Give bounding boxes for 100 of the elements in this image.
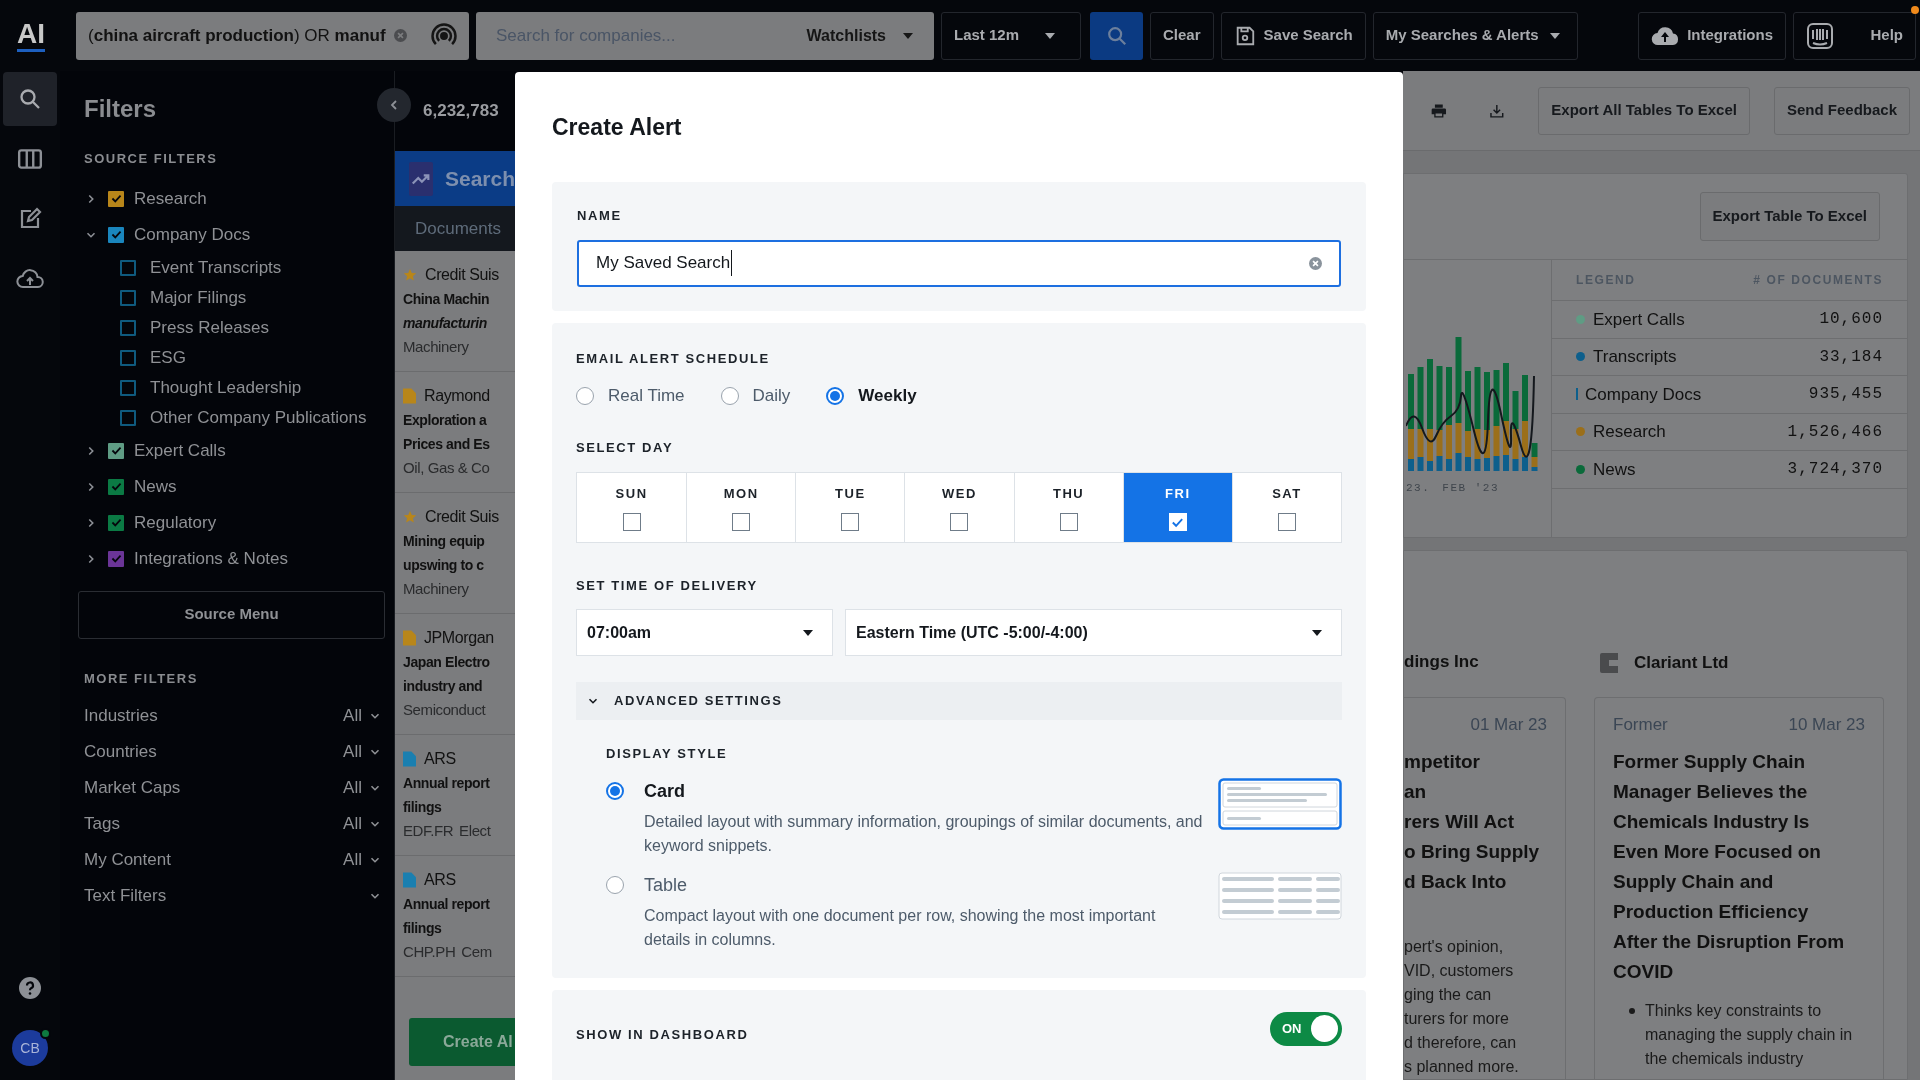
toggle-switch[interactable]: ON <box>1270 1011 1342 1046</box>
result-source: ARS <box>424 749 456 769</box>
source-filter-label[interactable]: Press Releases <box>150 314 270 341</box>
call-summary: pert's opinion, <box>1404 937 1505 957</box>
result-meta: Oil, Gas & Co <box>403 458 490 478</box>
result-meta: Elect <box>459 821 491 841</box>
result-title: Mining equip <box>403 532 486 551</box>
call-title: Even More Focused on <box>1613 840 1822 864</box>
document-count: 3,724,370 <box>1787 459 1883 481</box>
call-title: Chemicals Industry Is <box>1613 810 1811 834</box>
filter-dropdown[interactable]: Industries All <box>84 698 382 734</box>
source-filter-label[interactable]: Major Filings <box>150 284 247 311</box>
call-title: mpetitor <box>1404 750 1481 774</box>
export-all-button[interactable]: Export All Tables To Excel <box>1538 86 1750 135</box>
result-meta: Machinery <box>403 337 469 357</box>
filter-dropdown[interactable]: My Content All <box>84 842 382 878</box>
call-summary: d therefore, can <box>1404 1033 1518 1053</box>
legend-label: News <box>1593 458 1636 481</box>
watchlists-dropdown[interactable]: Watchlists <box>806 23 914 48</box>
call-summary: turers for more <box>1404 1009 1510 1029</box>
day-option[interactable]: SAT <box>1231 472 1341 542</box>
radio-label[interactable]: Table <box>644 871 1204 898</box>
source-filter-label[interactable]: Company Docs <box>134 221 251 248</box>
company-name: dings Inc <box>1404 650 1480 673</box>
axis-label: FEB '23 <box>1442 481 1500 496</box>
my-searches-dropdown[interactable]: My Searches & Alerts <box>1372 11 1578 60</box>
field-label: SHOW IN DASHBOARD <box>576 1025 749 1044</box>
source-filter-label[interactable]: Regulatory <box>134 509 217 536</box>
source-filter-label[interactable]: Integrations & Notes <box>134 545 289 572</box>
field-label: DISPLAY STYLE <box>606 745 729 763</box>
result-source: JPMorgan <box>424 628 494 648</box>
send-feedback-button[interactable]: Send Feedback <box>1773 86 1910 135</box>
source-menu-button[interactable]: Source Menu <box>78 590 385 639</box>
result-title: Prices and Es <box>403 435 491 454</box>
day-option[interactable]: TUE <box>795 472 905 542</box>
field-label: SET TIME OF DELIVERY <box>576 576 759 595</box>
day-option[interactable]: MON <box>686 472 796 542</box>
source-filter-label[interactable]: Research <box>134 185 207 212</box>
name-field[interactable]: My Saved Search <box>577 239 1341 287</box>
legend-label: Expert Calls <box>1593 308 1685 331</box>
help-button[interactable]: Help <box>1793 11 1916 60</box>
timezone-select[interactable]: Eastern Time (UTC -5:00/-4:00) <box>845 609 1342 656</box>
result-meta: Machinery <box>403 579 469 599</box>
clear-button[interactable]: Clear <box>1150 11 1214 60</box>
result-source: Raymond <box>424 386 490 406</box>
call-title: Production Efficiency <box>1613 900 1810 924</box>
radio-label[interactable]: Real Time <box>608 383 685 409</box>
document-count: 33,184 <box>1819 346 1883 368</box>
result-title: Annual report <box>403 774 491 793</box>
call-summary: ging the can <box>1404 985 1493 1005</box>
avatar[interactable]: CB <box>12 1030 48 1066</box>
call-title: Former Supply Chain <box>1613 750 1807 774</box>
banner-title: Search <box>444 165 515 192</box>
call-summary: VID, customers <box>1404 961 1515 981</box>
radio-label[interactable]: Daily <box>752 383 791 409</box>
source-filter-label[interactable]: News <box>134 473 177 500</box>
day-option[interactable]: SUN <box>577 472 687 542</box>
result-meta: Cem <box>461 942 492 962</box>
radio-label[interactable]: Weekly <box>858 383 917 409</box>
export-table-button[interactable]: Export Table To Excel <box>1699 192 1880 241</box>
option-description: Compact layout with one document per row, showing the most important details in columns. <box>644 905 1157 950</box>
radio-label[interactable]: Card <box>644 777 1204 804</box>
period-dropdown[interactable]: Last 12m <box>941 11 1081 60</box>
dialog-title: Create Alert <box>552 112 682 142</box>
logo[interactable]: AI <box>17 19 45 52</box>
option-description: Detailed layout with summary information, groupings of similar documents, and keyword snippets. <box>644 811 1204 856</box>
call-title: an <box>1404 780 1428 804</box>
call-title: rers Will Act <box>1404 810 1515 834</box>
filter-dropdown[interactable]: Countries All <box>84 734 382 770</box>
document-count: 935,455 <box>1808 384 1883 406</box>
source-filter-label[interactable]: ESG <box>150 344 186 371</box>
result-title: Exploration a <box>403 411 488 430</box>
advanced-settings-toggle[interactable]: ADVANCED SETTINGS <box>576 682 1342 720</box>
call-title: COVID <box>1613 960 1675 984</box>
source-filter-label[interactable]: Other Company Publications <box>150 404 367 431</box>
filter-dropdown[interactable]: Market Caps All <box>84 770 382 806</box>
panel-title: Filters <box>84 94 157 124</box>
field-label: NAME <box>577 207 623 225</box>
call-summary: s planned more. <box>1404 1057 1520 1077</box>
day-option[interactable]: THU <box>1013 472 1123 542</box>
result-meta: CHP.PH <box>403 942 456 962</box>
filter-dropdown[interactable]: Tags All <box>84 806 382 842</box>
result-title: China Machin <box>403 290 491 309</box>
source-filter-label[interactable]: Expert Calls <box>134 437 226 464</box>
call-title: After the Disruption From <box>1613 930 1846 954</box>
call-title: Supply Chain and <box>1613 870 1775 894</box>
integrations-button[interactable]: Integrations <box>1638 11 1786 60</box>
filter-dropdown[interactable]: Text Filters <box>84 878 382 914</box>
save-search-button[interactable]: Save Search <box>1220 11 1366 60</box>
result-source: ARS <box>424 870 456 890</box>
day-option[interactable]: WED <box>904 472 1014 542</box>
day-option[interactable]: FRI <box>1122 472 1232 542</box>
results-count: 6,232,783 <box>423 100 499 123</box>
axis-label: 23. <box>1406 481 1431 496</box>
document-count: 1,526,466 <box>1787 421 1883 443</box>
source-filter-label[interactable]: Thought Leadership <box>150 374 302 401</box>
time-select[interactable]: 07:00am <box>576 609 833 656</box>
query-field[interactable]: (china aircraft production) OR manuf <box>76 11 469 60</box>
source-filter-label[interactable]: Event Transcripts <box>150 254 282 281</box>
result-source: Credit Suis <box>425 507 499 527</box>
